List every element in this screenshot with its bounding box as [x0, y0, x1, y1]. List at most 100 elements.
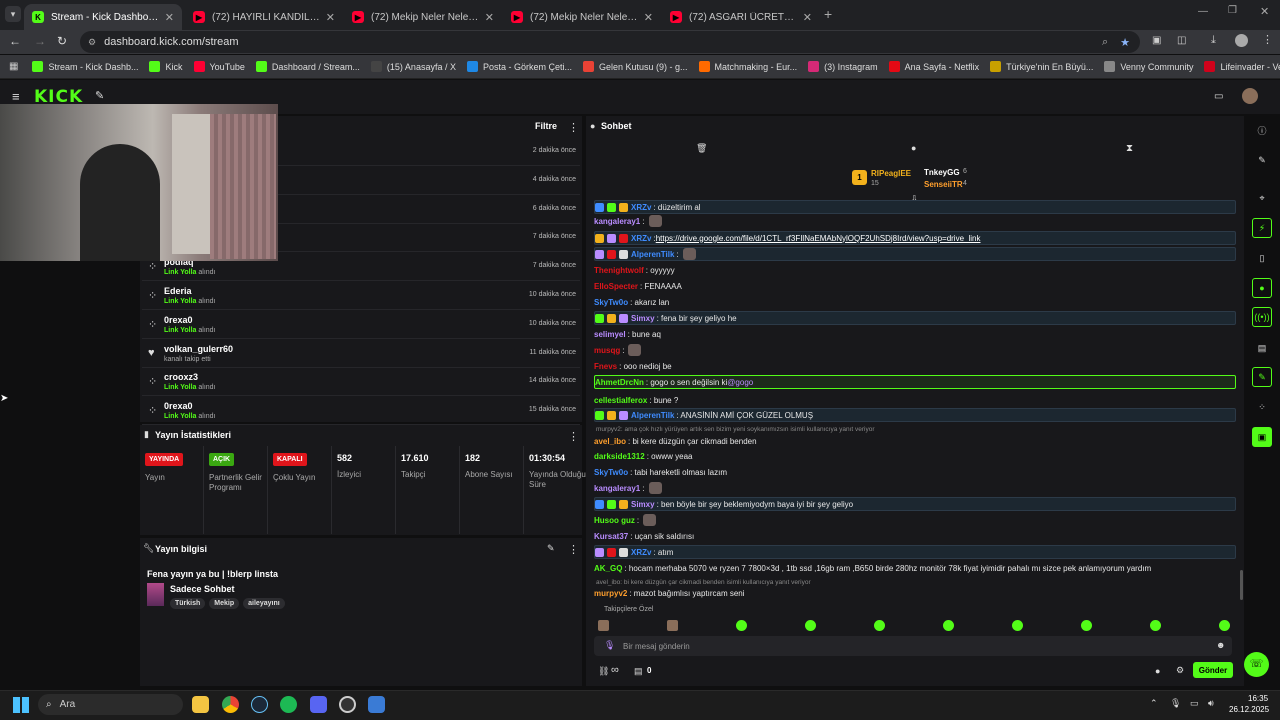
browser-tab[interactable]: ▶ (72) Mekip Neler Neler 30.bolu…✕ [503, 4, 661, 30]
chat-username[interactable]: XRZv [631, 234, 651, 243]
extension-icon[interactable]: ▣ [1152, 35, 1161, 46]
activity-username[interactable]: Ederia [164, 286, 192, 296]
tool-icon[interactable]: ✎ [1252, 367, 1272, 387]
taskbar-search[interactable]: ⌕ Ara [38, 694, 183, 715]
steam-icon[interactable] [251, 696, 268, 713]
user-avatar[interactable] [1242, 88, 1258, 104]
chat-username[interactable]: selimyel [594, 330, 626, 339]
hourglass-icon[interactable]: ⧗ [1126, 143, 1133, 154]
bookmark-item[interactable]: Matchmaking - Eur... [698, 61, 797, 72]
chat-username[interactable]: musqg [594, 346, 620, 355]
stream-tag[interactable]: aileyayını [243, 598, 285, 609]
tab-close-icon[interactable]: ✕ [320, 11, 335, 24]
bot-icon[interactable]: ▣ [1252, 427, 1272, 447]
chat-username[interactable]: Thenightwolf [594, 266, 644, 275]
bookmark-item[interactable]: Türkiye'nin En Büyü... [990, 61, 1093, 72]
phone-icon[interactable]: ▯ [1252, 248, 1272, 268]
broadcast-icon[interactable]: ((•)) [1252, 307, 1272, 327]
category-name[interactable]: Sadece Sohbet [170, 584, 235, 594]
chat-username[interactable]: AlperenTilk [631, 411, 674, 420]
emote-icon[interactable] [1081, 620, 1092, 631]
tab-search-icon[interactable]: ▾ [5, 6, 21, 22]
browser-tab[interactable]: ▶ (72) HAYIRLI KANDİLLER | Mad…✕ [185, 4, 343, 30]
bookmark-item[interactable]: (3) Instagram [808, 61, 878, 72]
file-explorer-icon[interactable] [192, 696, 209, 713]
settings-gear-icon[interactable]: ⚙ [1176, 665, 1184, 676]
trash-icon[interactable]: 🗑︎ [696, 143, 707, 154]
emote-icon[interactable] [1219, 620, 1230, 631]
activity-username[interactable]: volkan_gulerr60 [164, 344, 233, 354]
spotify-icon[interactable] [280, 696, 297, 713]
emote-icon[interactable] [667, 620, 678, 631]
stream-info-menu-icon[interactable]: ⋮ [568, 543, 579, 556]
emote-icon[interactable] [598, 620, 609, 631]
windows-start-icon[interactable] [13, 697, 29, 713]
webcam-preview[interactable] [0, 104, 278, 261]
bookmark-star-icon[interactable]: ★ [1120, 36, 1130, 49]
chat-username[interactable]: darkside1312 [594, 452, 645, 461]
bookmark-item[interactable]: Venny Community [1104, 61, 1193, 72]
emote-icon[interactable] [943, 620, 954, 631]
emote-icon[interactable] [874, 620, 885, 631]
profile-icon[interactable] [1235, 34, 1248, 47]
clock-date[interactable]: 26.12.2025 [1229, 705, 1269, 714]
chat-username[interactable]: SkyTw0o [594, 298, 628, 307]
bookmark-item[interactable]: Ana Sayfa - Netflix [888, 61, 979, 72]
obs-icon[interactable] [339, 696, 356, 713]
back-icon[interactable]: ← [9, 34, 21, 48]
chat-username[interactable]: kangaleray1 [594, 484, 640, 493]
pen-icon[interactable]: ✎ [1252, 150, 1272, 170]
browser-tab[interactable]: ▶ (72) ASGARİ ÜCRETTEKİ 50 KU…✕ [662, 4, 820, 30]
chat-username[interactable]: AlperenTilk [631, 250, 674, 259]
chat-username[interactable]: Fnevs [594, 362, 617, 371]
bookmark-item[interactable]: Kick [149, 61, 183, 72]
emoji-icon[interactable]: ☻ [1216, 640, 1225, 650]
mic-icon[interactable]: 🎙︎ [604, 640, 615, 651]
download-icon[interactable]: ⤓ [1211, 34, 1216, 47]
chat-username[interactable]: Kursat37 [594, 532, 628, 541]
chat-username[interactable]: murpyv2 [594, 589, 627, 598]
screen-icon[interactable]: ▭ [1214, 91, 1223, 102]
new-tab-icon[interactable]: + [824, 6, 832, 22]
activity-item[interactable]: ⁘ crooxz3 Link Yolla alındı 14 dakika önce [142, 368, 580, 397]
chat-username[interactable]: Husoo guz [594, 516, 635, 525]
chat-mode-icon[interactable]: ● [911, 143, 916, 153]
browser-tab[interactable]: K Stream - Kick Dashboard ✕ [24, 4, 182, 30]
chat-username[interactable]: ElloSpecter [594, 282, 638, 291]
apps-grid-icon[interactable]: ▦ [9, 61, 18, 72]
chat-username[interactable]: AK_GQ [594, 564, 622, 573]
chat-username[interactable]: SkyTw0o [594, 468, 628, 477]
emote-icon[interactable] [1150, 620, 1161, 631]
maximize-icon[interactable]: ❐ [1228, 5, 1237, 16]
stream-tag[interactable]: Mekip [209, 598, 240, 609]
stream-tag[interactable]: Türkish [170, 598, 206, 609]
activity-item[interactable]: ⁘ Ederia Link Yolla alındı 10 dakika önce [142, 282, 580, 310]
leader-3-name[interactable]: SenseiiTR [924, 180, 963, 189]
chat-scrollbar[interactable] [1240, 570, 1243, 600]
edit-icon[interactable]: ✎ [547, 543, 555, 554]
bookmark-item[interactable]: Dashboard / Stream... [255, 61, 360, 72]
tab-close-icon[interactable]: ✕ [479, 11, 494, 24]
tray-chevron-icon[interactable]: ⌃ [1150, 698, 1158, 709]
link-icon[interactable]: ⛓︎ [598, 666, 609, 677]
chat-username[interactable]: Simxy [631, 314, 655, 323]
clock-time[interactable]: 16:35 [1248, 694, 1268, 703]
activity-item[interactable]: ⁘ 0rexa0 Link Yolla alındı 15 dakika önce [142, 397, 580, 426]
activity-username[interactable]: 0rexa0 [164, 315, 193, 325]
tab-close-icon[interactable]: ✕ [159, 11, 174, 24]
bookmark-item[interactable]: Stream - Kick Dashb... [32, 61, 138, 72]
browser-tab[interactable]: ▶ (72) Mekip Neler Neler 31.Bölü…✕ [344, 4, 502, 30]
zoom-icon[interactable]: ⌕ [1102, 36, 1108, 49]
pin-icon[interactable]: ✎ [95, 89, 104, 102]
emote-icon[interactable] [1012, 620, 1023, 631]
minimize-icon[interactable]: — [1198, 6, 1208, 17]
activity-item[interactable]: ♥ volkan_gulerr60 kanalı takip etti 11 dak… [142, 340, 580, 368]
leader-1-name[interactable]: RIPeaglEE [871, 169, 911, 178]
chat-username[interactable]: cellestialferox [594, 396, 647, 405]
reload-icon[interactable]: ↻ [57, 34, 67, 48]
activity-item[interactable]: ⁘ 0rexa0 Link Yolla alındı 10 dakika önce [142, 311, 580, 339]
chat-link[interactable]: https://drive.google.com/file/d/1CTL_rf3… [656, 234, 981, 243]
chat-username[interactable]: XRZv [631, 548, 651, 557]
emote-icon[interactable] [736, 620, 747, 631]
address-bar[interactable]: ⚙ dashboard.kick.com/stream ⌕ ★ [80, 31, 1140, 53]
